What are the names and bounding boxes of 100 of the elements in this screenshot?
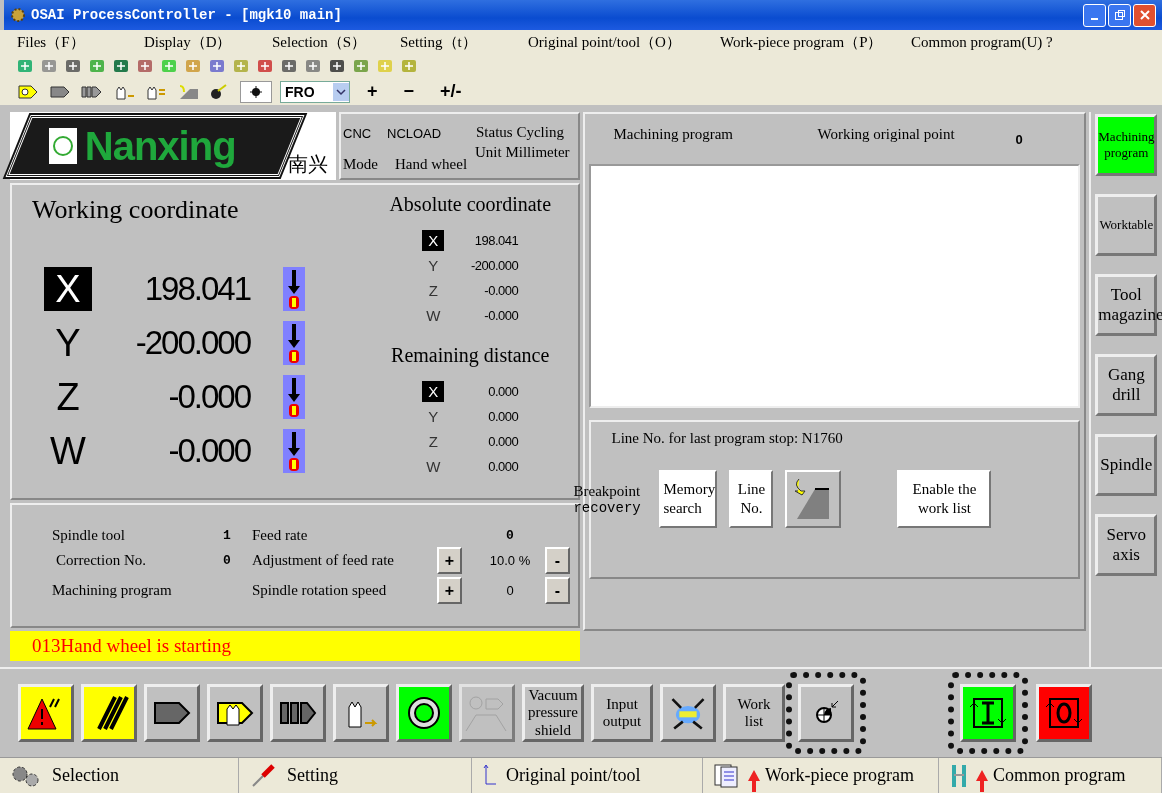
breakpoint-label: Breakpoint [573,482,642,500]
panel-label: Working original point [817,126,955,143]
enable-work-list-button[interactable]: Enable the work list [897,470,992,528]
axis-label: X [422,230,445,251]
coordinate-value: -200.000 [134,324,250,362]
toolbar-button[interactable]: +/- [431,81,471,102]
axis-label: X [422,381,445,402]
field-label: Feed rate [252,527,309,544]
toolbar-icon[interactable] [328,58,346,74]
app-icon [10,7,26,23]
restore-icon [1113,9,1126,21]
brand-chinese: 南兴 [288,151,328,178]
spot-button[interactable] [240,80,272,103]
spot-icon [248,84,264,99]
bug-button[interactable] [660,684,716,742]
menu-item[interactable]: Display（D） [144,32,272,52]
close-button[interactable] [1133,3,1156,27]
menu-item[interactable]: Setting（t） [400,32,528,52]
ring-button[interactable] [396,684,452,742]
toolbar-button[interactable]: − [394,81,424,102]
section-title: Working coordinate [32,195,240,225]
side-tab[interactable]: Servo axis [1095,514,1158,576]
tool-icon [283,321,305,365]
field-value: 10.0 % [488,553,532,568]
toolbar-icon[interactable] [136,58,154,74]
target-button[interactable] [798,684,854,742]
section-title: Remaining distance [391,344,550,367]
decrease-button[interactable]: - [545,577,570,604]
minimize-icon [1091,18,1098,20]
axis-label: X [44,267,92,311]
axis-label: Y [427,407,440,427]
hand-cycle-button[interactable] [207,684,263,742]
coordinate-value: -0.000 [483,283,519,298]
breakpoint-label: recovery [573,499,642,516]
toolbar-icon[interactable] [64,58,82,74]
toolbar-icon[interactable] [208,58,226,74]
increase-button[interactable]: + [437,547,462,574]
status-bar-tab[interactable]: Common program [939,758,1162,793]
field-label: Spindle tool [52,527,126,544]
minimize-button[interactable] [1083,3,1106,27]
memory-search-button[interactable]: Memory search [659,470,718,528]
status-bar-tab[interactable]: Original point/tool [472,758,703,793]
tool-icon [283,375,305,419]
status-text: CNC [343,126,372,141]
field-label: Correction No. [55,552,147,569]
coordinate-value: 0.000 [487,384,519,399]
panel-label: Machining program [613,126,734,143]
reset-button[interactable] [81,684,137,742]
arrow-icon [975,769,989,793]
menu-item[interactable]: Work-piece program（P） [720,32,911,52]
tool-icon [283,267,305,311]
cycle-stop-button[interactable] [1036,684,1092,742]
field-value: 0 [222,553,232,568]
override-select[interactable]: FRO [280,80,350,103]
axis-label: W [425,457,442,477]
toolbar-icon[interactable] [280,58,298,74]
increase-button[interactable]: + [437,577,462,604]
hand-jog-button[interactable] [333,684,389,742]
section-title: Absolute coordinate [389,193,552,216]
axis-label: Z [55,375,81,419]
side-tab[interactable]: Machining program [1095,114,1158,176]
axis-label: Z [427,432,439,452]
coordinate-value: 198.041 [143,270,250,308]
function-button[interactable]: Input output [591,684,653,742]
axis-label: Y [427,256,440,276]
toolbar-icon[interactable] [112,58,130,74]
origin-value: 0 [1015,132,1023,147]
brand-name: Nanxing [85,123,236,169]
status-bar-tab[interactable]: Setting [239,758,472,793]
toolbar-icon[interactable] [256,58,274,74]
side-tab[interactable]: Worktable [1095,194,1158,256]
coordinate-value: -200.000 [469,258,519,273]
side-tab[interactable]: Spindle [1095,434,1158,496]
toolbar-icon[interactable] [304,58,322,74]
status-bar-tab[interactable]: Work-piece program [703,758,939,793]
alarm-button[interactable] [18,684,74,742]
side-tab[interactable]: Gang drill [1095,354,1158,416]
coordinate-value: -0.000 [167,432,250,470]
hand-cycle-icon[interactable] [16,82,40,101]
coordinate-value: 0.000 [487,459,519,474]
cycle-start-button[interactable] [960,684,1016,742]
status-bar-tab[interactable]: Selection [0,758,239,793]
menu-item[interactable]: Original point/tool（O） [528,32,720,52]
coordinate-value: 198.041 [473,233,519,248]
line-number-button[interactable]: Line No. [729,470,774,528]
field-value: 1 [222,528,232,543]
coordinate-value: 0.000 [487,434,519,449]
menu-item[interactable]: Selection（S） [272,32,400,52]
menu-item[interactable]: Files（F） [17,32,144,52]
multi-button[interactable] [270,684,326,742]
axis-label: W [425,306,442,326]
function-button[interactable]: Work list [723,684,785,742]
decrease-button[interactable]: - [545,547,570,574]
single-button[interactable] [144,684,200,742]
maximize-button[interactable] [1108,3,1131,27]
function-button[interactable]: Vacuum pressure shield [522,684,584,742]
toolbar-button[interactable]: + [358,81,387,102]
ramp-button[interactable] [785,470,842,528]
last-stop-text: Line No. for last program stop: N1760 [611,430,843,447]
menu-item[interactable]: Common program(U) ? [911,33,1053,51]
